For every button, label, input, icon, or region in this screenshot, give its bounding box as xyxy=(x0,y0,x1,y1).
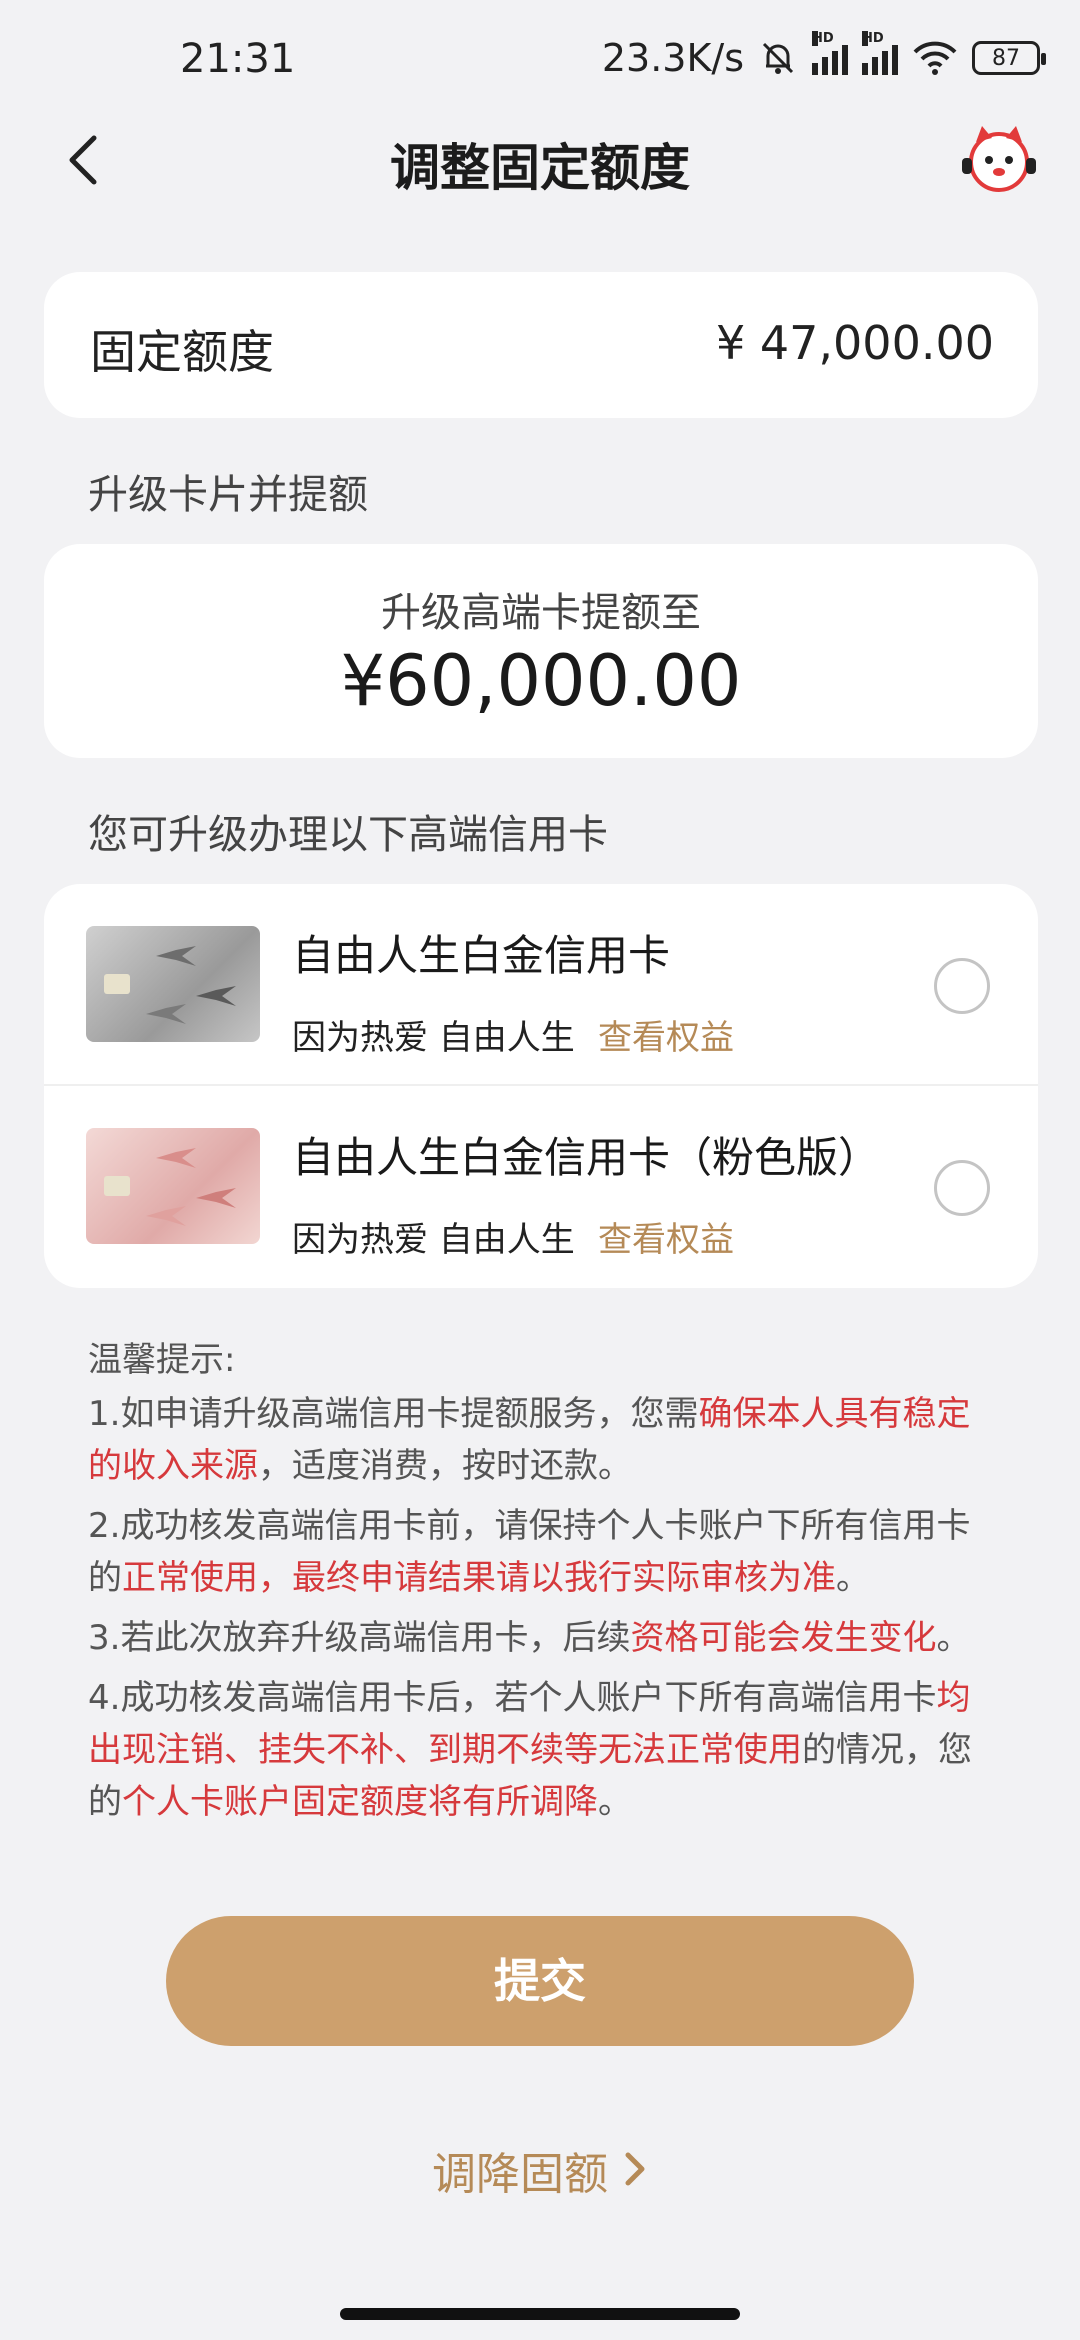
card-chip-icon xyxy=(104,974,130,994)
tip-text: 3.若此次放弃升级高端信用卡，后续 xyxy=(88,1618,631,1658)
tip-item: 2.成功核发高端信用卡前，请保持个人卡账户下所有信用卡的正常使用，最终申请结果请… xyxy=(88,1500,998,1604)
tip-text: ，适度消费，按时还款。 xyxy=(258,1446,632,1486)
tips-section: 温馨提示: 1.如申请升级高端信用卡提额服务，您需确保本人具有稳定的收入来源，适… xyxy=(88,1334,998,1836)
lower-limit-label: 调降固额 xyxy=(432,2149,608,2200)
bird-pattern-icon xyxy=(156,946,196,966)
view-benefits-link[interactable]: 查看权益 xyxy=(598,1010,734,1059)
upgrade-amount-card: 升级高端卡提额至 ¥60,000.00 xyxy=(44,544,1038,758)
status-bar: 21:31 23.3K/s HD HD 87 xyxy=(0,0,1080,120)
tip-text: 1.如申请升级高端信用卡提额服务，您需 xyxy=(88,1394,699,1434)
bird-pattern-icon xyxy=(196,986,236,1006)
status-time: 21:31 xyxy=(180,36,296,82)
card-option-radio[interactable] xyxy=(934,1160,990,1216)
card-options-list: 自由人生白金信用卡 因为热爱 自由人生 查看权益 自由人生白金信用卡（粉色版） … xyxy=(44,884,1038,1288)
home-indicator[interactable] xyxy=(340,2308,740,2320)
upgrade-caption: 升级高端卡提额至 xyxy=(381,590,701,636)
lower-limit-link[interactable]: 调降固额 xyxy=(0,2138,1080,2202)
upgrade-section-label: 升级卡片并提额 xyxy=(88,472,368,518)
tip-item: 4.成功核发高端信用卡后，若个人账户下所有高端信用卡均出现注销、挂失不补、到期不… xyxy=(88,1672,998,1828)
tips-title: 温馨提示: xyxy=(88,1340,236,1380)
wifi-icon xyxy=(913,41,957,75)
card-thumbnail xyxy=(86,926,260,1042)
upgrade-amount: ¥60,000.00 xyxy=(340,640,742,722)
bird-pattern-icon xyxy=(156,1148,196,1168)
card-option-title: 自由人生白金信用卡 xyxy=(292,931,671,980)
bird-pattern-icon xyxy=(196,1188,236,1208)
card-option-subtitle: 因为热爱 自由人生 xyxy=(292,1220,575,1260)
submit-button[interactable]: 提交 xyxy=(166,1916,914,2046)
card-option[interactable]: 自由人生白金信用卡 因为热爱 自由人生 查看权益 xyxy=(44,884,1038,1086)
signal-icon: HD xyxy=(812,31,848,75)
tip-highlight: 资格可能会发生变化 xyxy=(630,1618,937,1658)
mascot-icon[interactable] xyxy=(960,124,1038,196)
card-option-radio[interactable] xyxy=(934,958,990,1014)
card-option-subtitle: 因为热爱 自由人生 xyxy=(292,1018,575,1058)
card-chip-icon xyxy=(104,1176,130,1196)
tip-item: 3.若此次放弃升级高端信用卡，后续资格可能会发生变化。 xyxy=(88,1612,998,1664)
view-benefits-link[interactable]: 查看权益 xyxy=(598,1212,734,1261)
battery-icon: 87 xyxy=(972,41,1046,75)
tip-text: 4.成功核发高端信用卡后，若个人账户下所有高端信用卡 xyxy=(88,1678,937,1718)
bird-pattern-icon xyxy=(146,1004,186,1024)
nav-bar: 调整固定额度 xyxy=(0,120,1080,204)
status-icons: 23.3K/s HD HD 87 xyxy=(601,31,1046,80)
tip-text: 。 xyxy=(836,1558,870,1598)
page-title: 调整固定额度 xyxy=(390,139,690,197)
card-option[interactable]: 自由人生白金信用卡（粉色版） 因为热爱 自由人生 查看权益 xyxy=(44,1086,1038,1288)
options-section-label: 您可升级办理以下高端信用卡 xyxy=(88,812,608,858)
card-option-title: 自由人生白金信用卡（粉色版） xyxy=(292,1133,881,1182)
bird-pattern-icon xyxy=(146,1206,186,1226)
tip-text: 。 xyxy=(598,1782,632,1822)
fixed-limit-label: 固定额度 xyxy=(90,325,274,379)
tip-highlight: 正常使用，最终申请结果请以我行实际审核为准 xyxy=(122,1558,836,1598)
mute-bell-icon xyxy=(762,42,794,74)
net-speed: 23.3K/s xyxy=(601,36,744,80)
tip-highlight: 个人卡账户固定额度将有所调降 xyxy=(122,1782,598,1822)
chevron-right-icon xyxy=(625,2152,645,2186)
card-thumbnail xyxy=(86,1128,260,1244)
tip-item: 1.如申请升级高端信用卡提额服务，您需确保本人具有稳定的收入来源，适度消费，按时… xyxy=(88,1388,998,1492)
fixed-limit-value: ¥ 47,000.00 xyxy=(716,316,994,370)
signal-icon: HD xyxy=(862,31,898,75)
fixed-limit-card: 固定额度 ¥ 47,000.00 xyxy=(44,272,1038,418)
tip-text: 。 xyxy=(936,1618,971,1658)
